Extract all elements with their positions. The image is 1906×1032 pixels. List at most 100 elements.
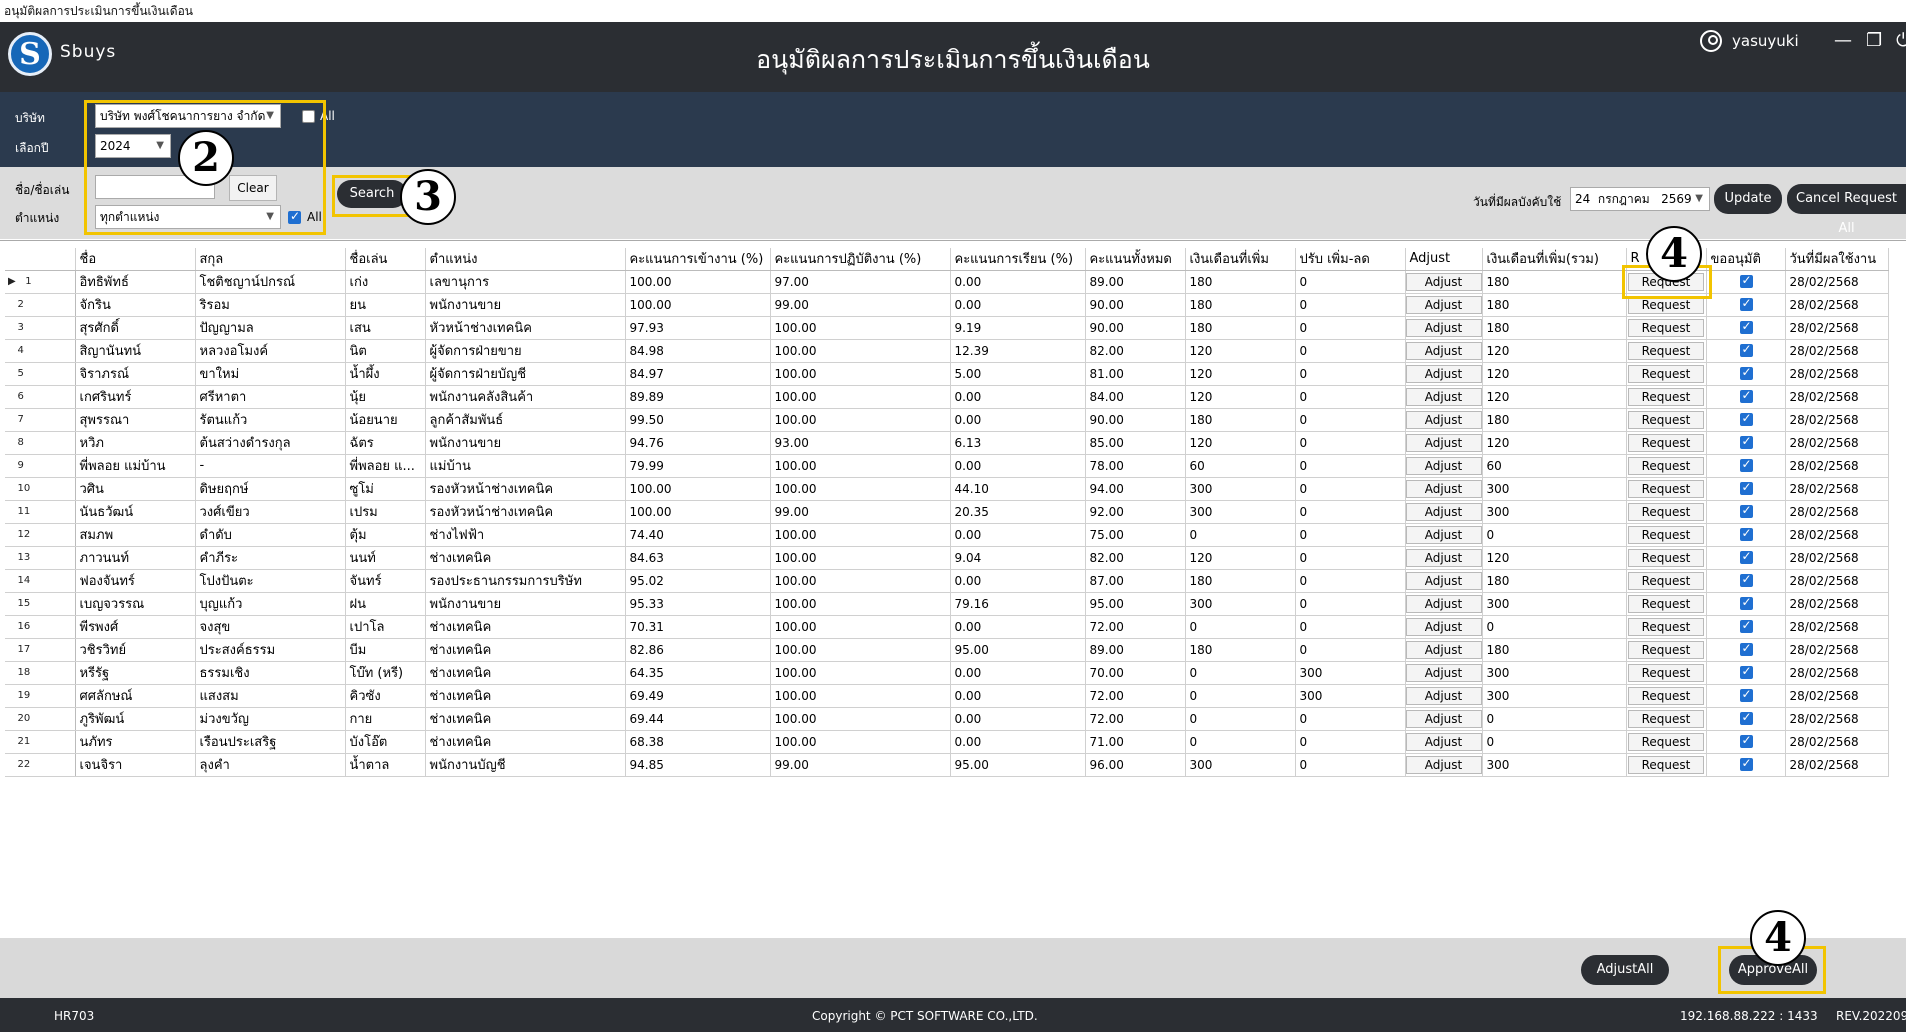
company-all-checkbox[interactable]	[302, 110, 315, 123]
effective-date-cell[interactable]: 28/02/2568	[1785, 408, 1889, 432]
attendance-score-cell[interactable]: 64.35	[625, 661, 771, 685]
column-header[interactable]: คะแนนการเข้างาน (%)	[625, 248, 771, 271]
approve-checkbox[interactable]	[1739, 595, 1753, 610]
attendance-score-cell[interactable]: 100.00	[625, 270, 771, 294]
attendance-score-cell[interactable]: 100.00	[625, 500, 771, 524]
nickname-cell[interactable]: ฉัตร	[345, 431, 426, 455]
table-row[interactable]: 20 ภูริพัฒน์ ม่วงขวัญ กาย ช่างเทคนิค 69.…	[5, 707, 1889, 731]
nickname-cell[interactable]: พี่พลอย แ...	[345, 454, 426, 478]
adjustment-cell[interactable]: 0	[1295, 546, 1406, 570]
adjustment-cell[interactable]: 0	[1295, 569, 1406, 593]
total-score-cell[interactable]: 72.00	[1085, 684, 1186, 708]
table-row[interactable]: 12 สมภพ ดำดับ ตุ้ม ช่างไฟฟ้า 74.40 100.0…	[5, 523, 1889, 547]
adjust-button[interactable]: Adjust	[1405, 387, 1481, 406]
adjustment-cell[interactable]: 0	[1295, 293, 1406, 317]
salary-increase-cell[interactable]: 180	[1185, 293, 1296, 317]
table-row[interactable]: 7 สุพรรณา รัตนแก้ว น้อยนาย ลูกค้าสัมพันธ…	[5, 408, 1889, 432]
first-name-cell[interactable]: เบญจวรรณ	[75, 592, 196, 616]
total-score-cell[interactable]: 82.00	[1085, 546, 1186, 570]
first-name-cell[interactable]: วชิรวิทย์	[75, 638, 196, 662]
last-name-cell[interactable]: ศรีหาตา	[195, 385, 346, 409]
performance-score-cell[interactable]: 100.00	[770, 569, 951, 593]
total-increase-cell[interactable]: 0	[1482, 523, 1627, 547]
adjustment-cell[interactable]: 0	[1295, 615, 1406, 639]
position-cell[interactable]: ช่างเทคนิค	[425, 730, 626, 754]
salary-increase-cell[interactable]: 0	[1185, 730, 1296, 754]
attendance-score-cell[interactable]: 94.85	[625, 753, 771, 777]
position-cell[interactable]: ช่างเทคนิค	[425, 684, 626, 708]
learning-score-cell[interactable]: 0.00	[950, 454, 1086, 478]
cancel-request-all-button[interactable]: Cancel Request All	[1787, 184, 1906, 236]
total-increase-cell[interactable]: 120	[1482, 339, 1627, 363]
column-header[interactable]: สกุล	[195, 248, 346, 271]
nickname-cell[interactable]: เปาโล	[345, 615, 426, 639]
nickname-cell[interactable]: นุ้ย	[345, 385, 426, 409]
adjust-button[interactable]: Adjust	[1405, 594, 1481, 613]
approve-checkbox[interactable]	[1739, 342, 1753, 357]
effective-date-cell[interactable]: 28/02/2568	[1785, 592, 1889, 616]
position-cell[interactable]: ช่างเทคนิค	[425, 707, 626, 731]
nickname-cell[interactable]: เปรม	[345, 500, 426, 524]
performance-score-cell[interactable]: 100.00	[770, 362, 951, 386]
year-select[interactable]: 2024 ▼	[95, 134, 171, 158]
effective-date-cell[interactable]: 28/02/2568	[1785, 339, 1889, 363]
adjust-button[interactable]: Adjust	[1405, 295, 1481, 314]
total-increase-cell[interactable]: 120	[1482, 362, 1627, 386]
adjust-button[interactable]: Adjust	[1405, 410, 1481, 429]
nickname-cell[interactable]: บีม	[345, 638, 426, 662]
approve-checkbox[interactable]	[1739, 365, 1753, 380]
approve-checkbox[interactable]	[1739, 641, 1753, 656]
total-score-cell[interactable]: 81.00	[1085, 362, 1186, 386]
approve-checkbox[interactable]	[1739, 388, 1753, 403]
adjust-button[interactable]: Adjust	[1405, 341, 1481, 360]
effective-date-cell[interactable]: 28/02/2568	[1785, 385, 1889, 409]
position-cell[interactable]: ช่างเทคนิค	[425, 615, 626, 639]
approve-checkbox[interactable]	[1739, 710, 1753, 725]
learning-score-cell[interactable]: 9.19	[950, 316, 1086, 340]
position-all-checkbox[interactable]	[288, 209, 301, 224]
approve-checkbox[interactable]	[1739, 572, 1753, 587]
adjust-button[interactable]: Adjust	[1405, 272, 1481, 291]
adjust-button[interactable]: Adjust	[1405, 548, 1481, 567]
learning-score-cell[interactable]: 20.35	[950, 500, 1086, 524]
salary-increase-cell[interactable]: 0	[1185, 523, 1296, 547]
last-name-cell[interactable]: ขาใหม่	[195, 362, 346, 386]
nickname-cell[interactable]: คิวซัง	[345, 684, 426, 708]
salary-increase-cell[interactable]: 0	[1185, 615, 1296, 639]
salary-increase-cell[interactable]: 0	[1185, 684, 1296, 708]
performance-score-cell[interactable]: 100.00	[770, 684, 951, 708]
salary-increase-cell[interactable]: 180	[1185, 569, 1296, 593]
effective-date-cell[interactable]: 28/02/2568	[1785, 661, 1889, 685]
adjustment-cell[interactable]: 0	[1295, 638, 1406, 662]
nickname-cell[interactable]: น้อยนาย	[345, 408, 426, 432]
table-row[interactable]: 18 หรีรัฐ ธรรมเชิง โบ๊ท (หรี) ช่างเทคนิค…	[5, 661, 1889, 685]
adjust-button[interactable]: Adjust	[1405, 456, 1481, 475]
approve-checkbox[interactable]	[1739, 526, 1753, 541]
learning-score-cell[interactable]: 79.16	[950, 592, 1086, 616]
attendance-score-cell[interactable]: 82.86	[625, 638, 771, 662]
performance-score-cell[interactable]: 100.00	[770, 546, 951, 570]
adjustment-cell[interactable]: 0	[1295, 316, 1406, 340]
adjust-button[interactable]: Adjust	[1405, 640, 1481, 659]
column-header[interactable]: ชื่อเล่น	[345, 248, 426, 271]
table-row[interactable]: 21 นภัทร เรือนประเสริฐ บังโอ๊ต ช่างเทคนิ…	[5, 730, 1889, 754]
approve-checkbox[interactable]	[1739, 319, 1753, 334]
adjustment-cell[interactable]: 0	[1295, 408, 1406, 432]
attendance-score-cell[interactable]: 70.31	[625, 615, 771, 639]
performance-score-cell[interactable]: 100.00	[770, 615, 951, 639]
table-row[interactable]: 14 ฟองจันทร์ โปงปันตะ จันทร์ รองประธานกร…	[5, 569, 1889, 593]
table-row[interactable]: 15 เบญจวรรณ บุญแก้ว ฝน พนักงานขาย 95.33 …	[5, 592, 1889, 616]
column-header[interactable]: Adjust	[1405, 248, 1483, 271]
adjustment-cell[interactable]: 0	[1295, 500, 1406, 524]
approve-checkbox[interactable]	[1739, 273, 1753, 288]
last-name-cell[interactable]: วงศ์เขียว	[195, 500, 346, 524]
total-score-cell[interactable]: 90.00	[1085, 408, 1186, 432]
nickname-cell[interactable]: น้ำผึ้ง	[345, 362, 426, 386]
position-cell[interactable]: ช่างเทคนิค	[425, 661, 626, 685]
effective-date-cell[interactable]: 28/02/2568	[1785, 753, 1889, 777]
table-row[interactable]: 2 จักริน ริรอม ยน พนักงานขาย 100.00 99.0…	[5, 293, 1889, 317]
last-name-cell[interactable]: คำภีระ	[195, 546, 346, 570]
adjust-button[interactable]: Adjust	[1405, 479, 1481, 498]
adjustment-cell[interactable]: 0	[1295, 477, 1406, 501]
adjustment-cell[interactable]: 0	[1295, 270, 1406, 294]
